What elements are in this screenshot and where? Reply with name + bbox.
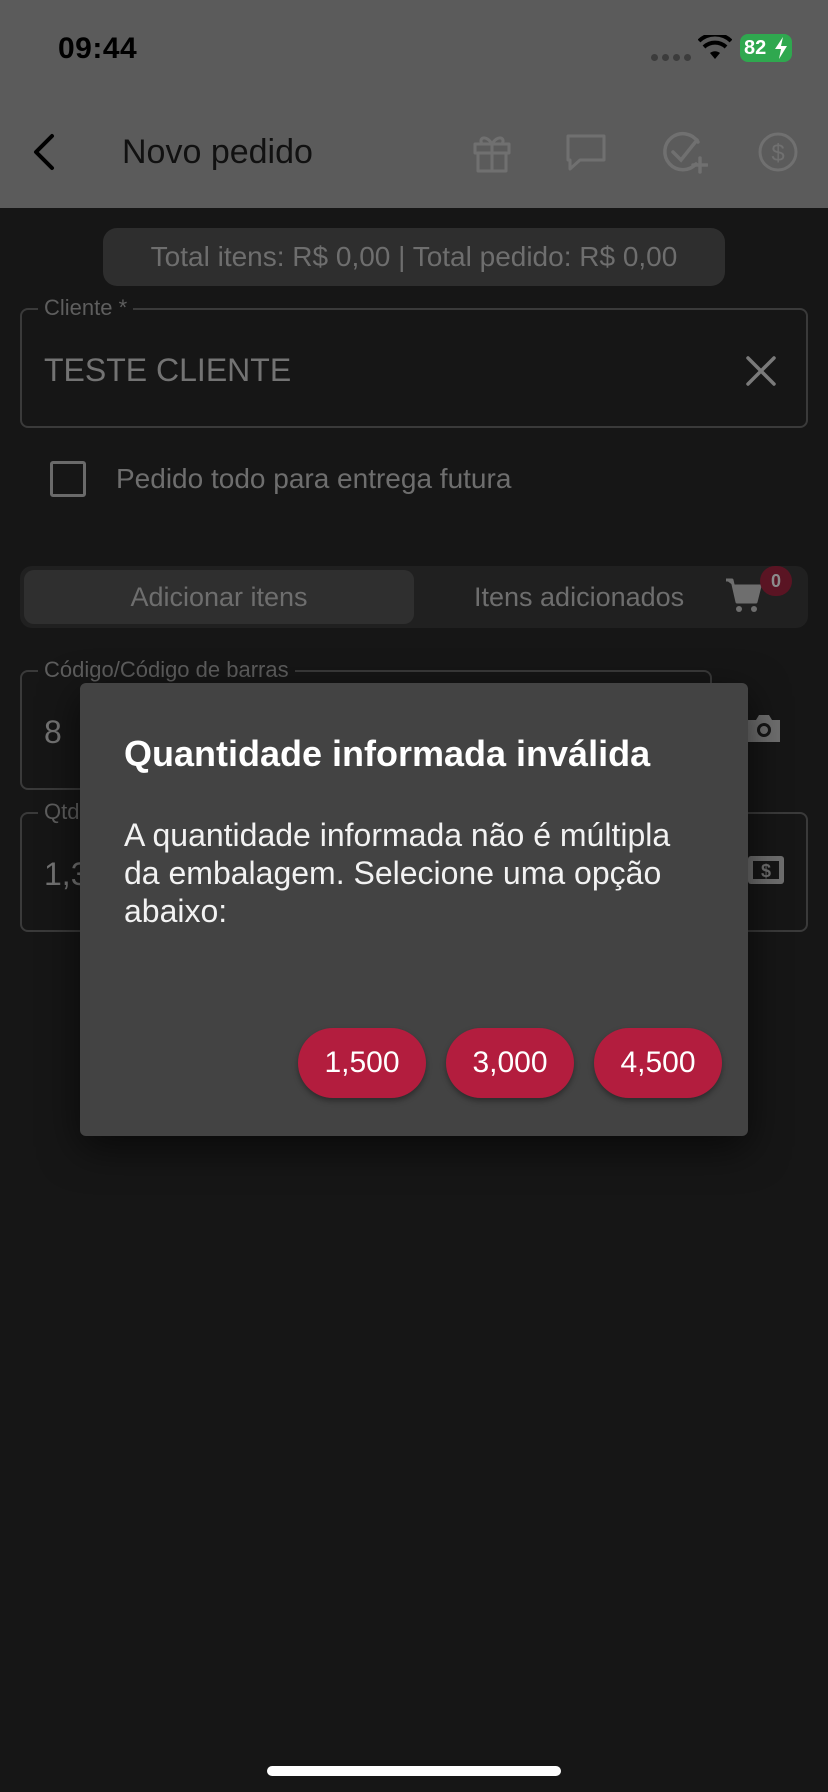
back-icon[interactable] [24,130,68,174]
close-icon[interactable] [744,354,778,388]
client-field-value: TESTE CLIENTE [44,352,292,388]
status-time: 09:44 [58,32,138,65]
tab-add-items[interactable]: Adicionar itens [24,570,414,624]
gift-icon[interactable] [468,128,516,176]
battery-indicator: 82 [740,34,792,62]
cart-icon [726,578,762,612]
tab-added-items[interactable]: Itens adicionados [474,582,684,613]
svg-text:$: $ [761,861,771,881]
quantity-field-label: Qtd [38,799,86,825]
price-tag-icon[interactable]: $ [746,852,786,888]
dialog-message: A quantidade informada não é múltipla da… [124,817,671,929]
page-title: Novo pedido [122,133,313,171]
app-bar: Novo pedido $ [0,100,828,208]
cart-count-badge: 0 [760,566,792,596]
order-totals: Total itens: R$ 0,00 | Total pedido: R$ … [103,228,725,286]
wifi-icon [698,35,732,59]
future-delivery-label: Pedido todo para entrega futura [116,463,512,494]
check-add-icon[interactable] [660,128,708,176]
cellular-signal-icon [651,54,691,61]
client-field-label: Cliente * [38,295,134,321]
future-delivery-checkbox[interactable] [50,461,86,497]
chat-icon[interactable] [562,128,610,176]
svg-text:$: $ [771,140,784,167]
client-field[interactable]: Cliente * TESTE CLIENTE [20,295,808,428]
home-indicator[interactable] [267,1766,561,1776]
code-field-label: Código/Código de barras [38,657,295,683]
code-field-value: 8 [44,714,62,750]
invalid-quantity-dialog: Quantidade informada inválida A quantida… [80,683,748,1136]
option-button-1500[interactable]: 1,500 [298,1028,426,1098]
status-bar: 09:44 82 [0,0,828,100]
option-button-4500[interactable]: 4,500 [594,1028,722,1098]
item-tabs: Adicionar itens Itens adicionados 0 [20,566,808,628]
dollar-icon[interactable]: $ [756,130,800,174]
battery-level: 82 [744,36,767,59]
dialog-title: Quantidade informada inválida [124,733,651,774]
option-button-3000[interactable]: 3,000 [446,1028,574,1098]
charging-bolt-icon [775,37,787,59]
camera-icon[interactable] [744,708,784,748]
